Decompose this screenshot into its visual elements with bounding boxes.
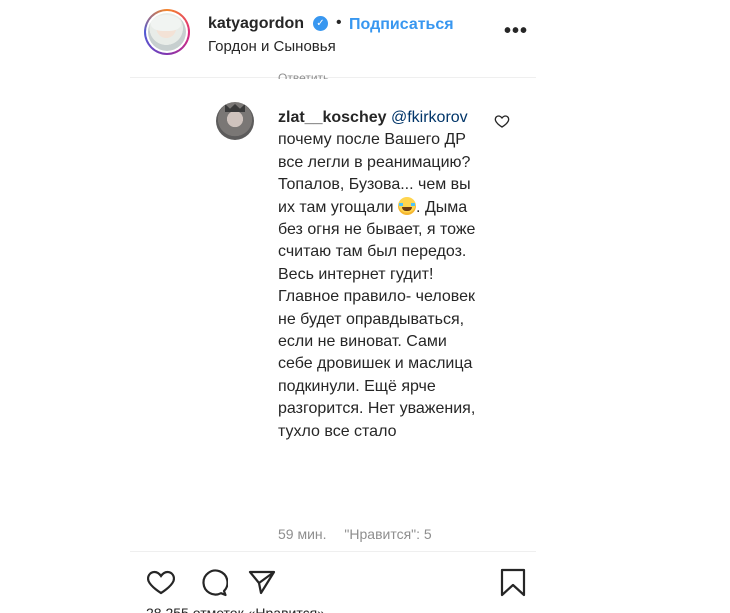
comment-bubble-icon[interactable] — [198, 567, 228, 597]
post-header — [130, 0, 536, 66]
comment-text-block: zlat__koschey @fkirkorov почему после Ва… — [278, 107, 483, 443]
header-separator: • — [336, 14, 342, 31]
comment-likes-count[interactable]: "Нравится": 5 — [344, 526, 431, 542]
heart-outline-icon[interactable] — [146, 567, 176, 597]
avatar-hair-shape — [151, 15, 181, 31]
comment-meta: 59 мин. "Нравится": 5 — [278, 526, 432, 542]
comment-author-avatar[interactable] — [216, 102, 254, 140]
username-link[interactable]: katyagordon — [208, 15, 304, 33]
bookmark-icon[interactable] — [498, 567, 528, 597]
face-with-tears-of-joy-icon — [398, 196, 417, 215]
comment-author-link[interactable]: zlat__koschey — [278, 109, 387, 126]
actions-divider — [130, 551, 536, 552]
profile-avatar[interactable] — [148, 13, 186, 51]
comment-text-part-2: . Дыма без огня не бывает, я тоже считаю… — [278, 198, 476, 440]
more-options-icon[interactable]: ••• — [504, 20, 528, 43]
header-divider — [130, 77, 536, 78]
location-link[interactable]: Гордон и Сыновья — [208, 38, 336, 55]
avatar-crown-shape — [225, 104, 245, 112]
comment-time[interactable]: 59 мин. — [278, 526, 327, 542]
comment-like-heart-icon[interactable] — [494, 113, 510, 129]
follow-button[interactable]: Подписаться — [349, 16, 454, 34]
mention-link[interactable]: @fkirkorov — [391, 109, 468, 126]
previous-reply-link[interactable]: Ответить — [278, 70, 329, 79]
likes-summary[interactable]: 28 255 отметок «Нравится» — [146, 606, 325, 613]
paper-plane-icon[interactable] — [247, 567, 277, 597]
verified-badge-icon: ✓ — [313, 16, 328, 31]
